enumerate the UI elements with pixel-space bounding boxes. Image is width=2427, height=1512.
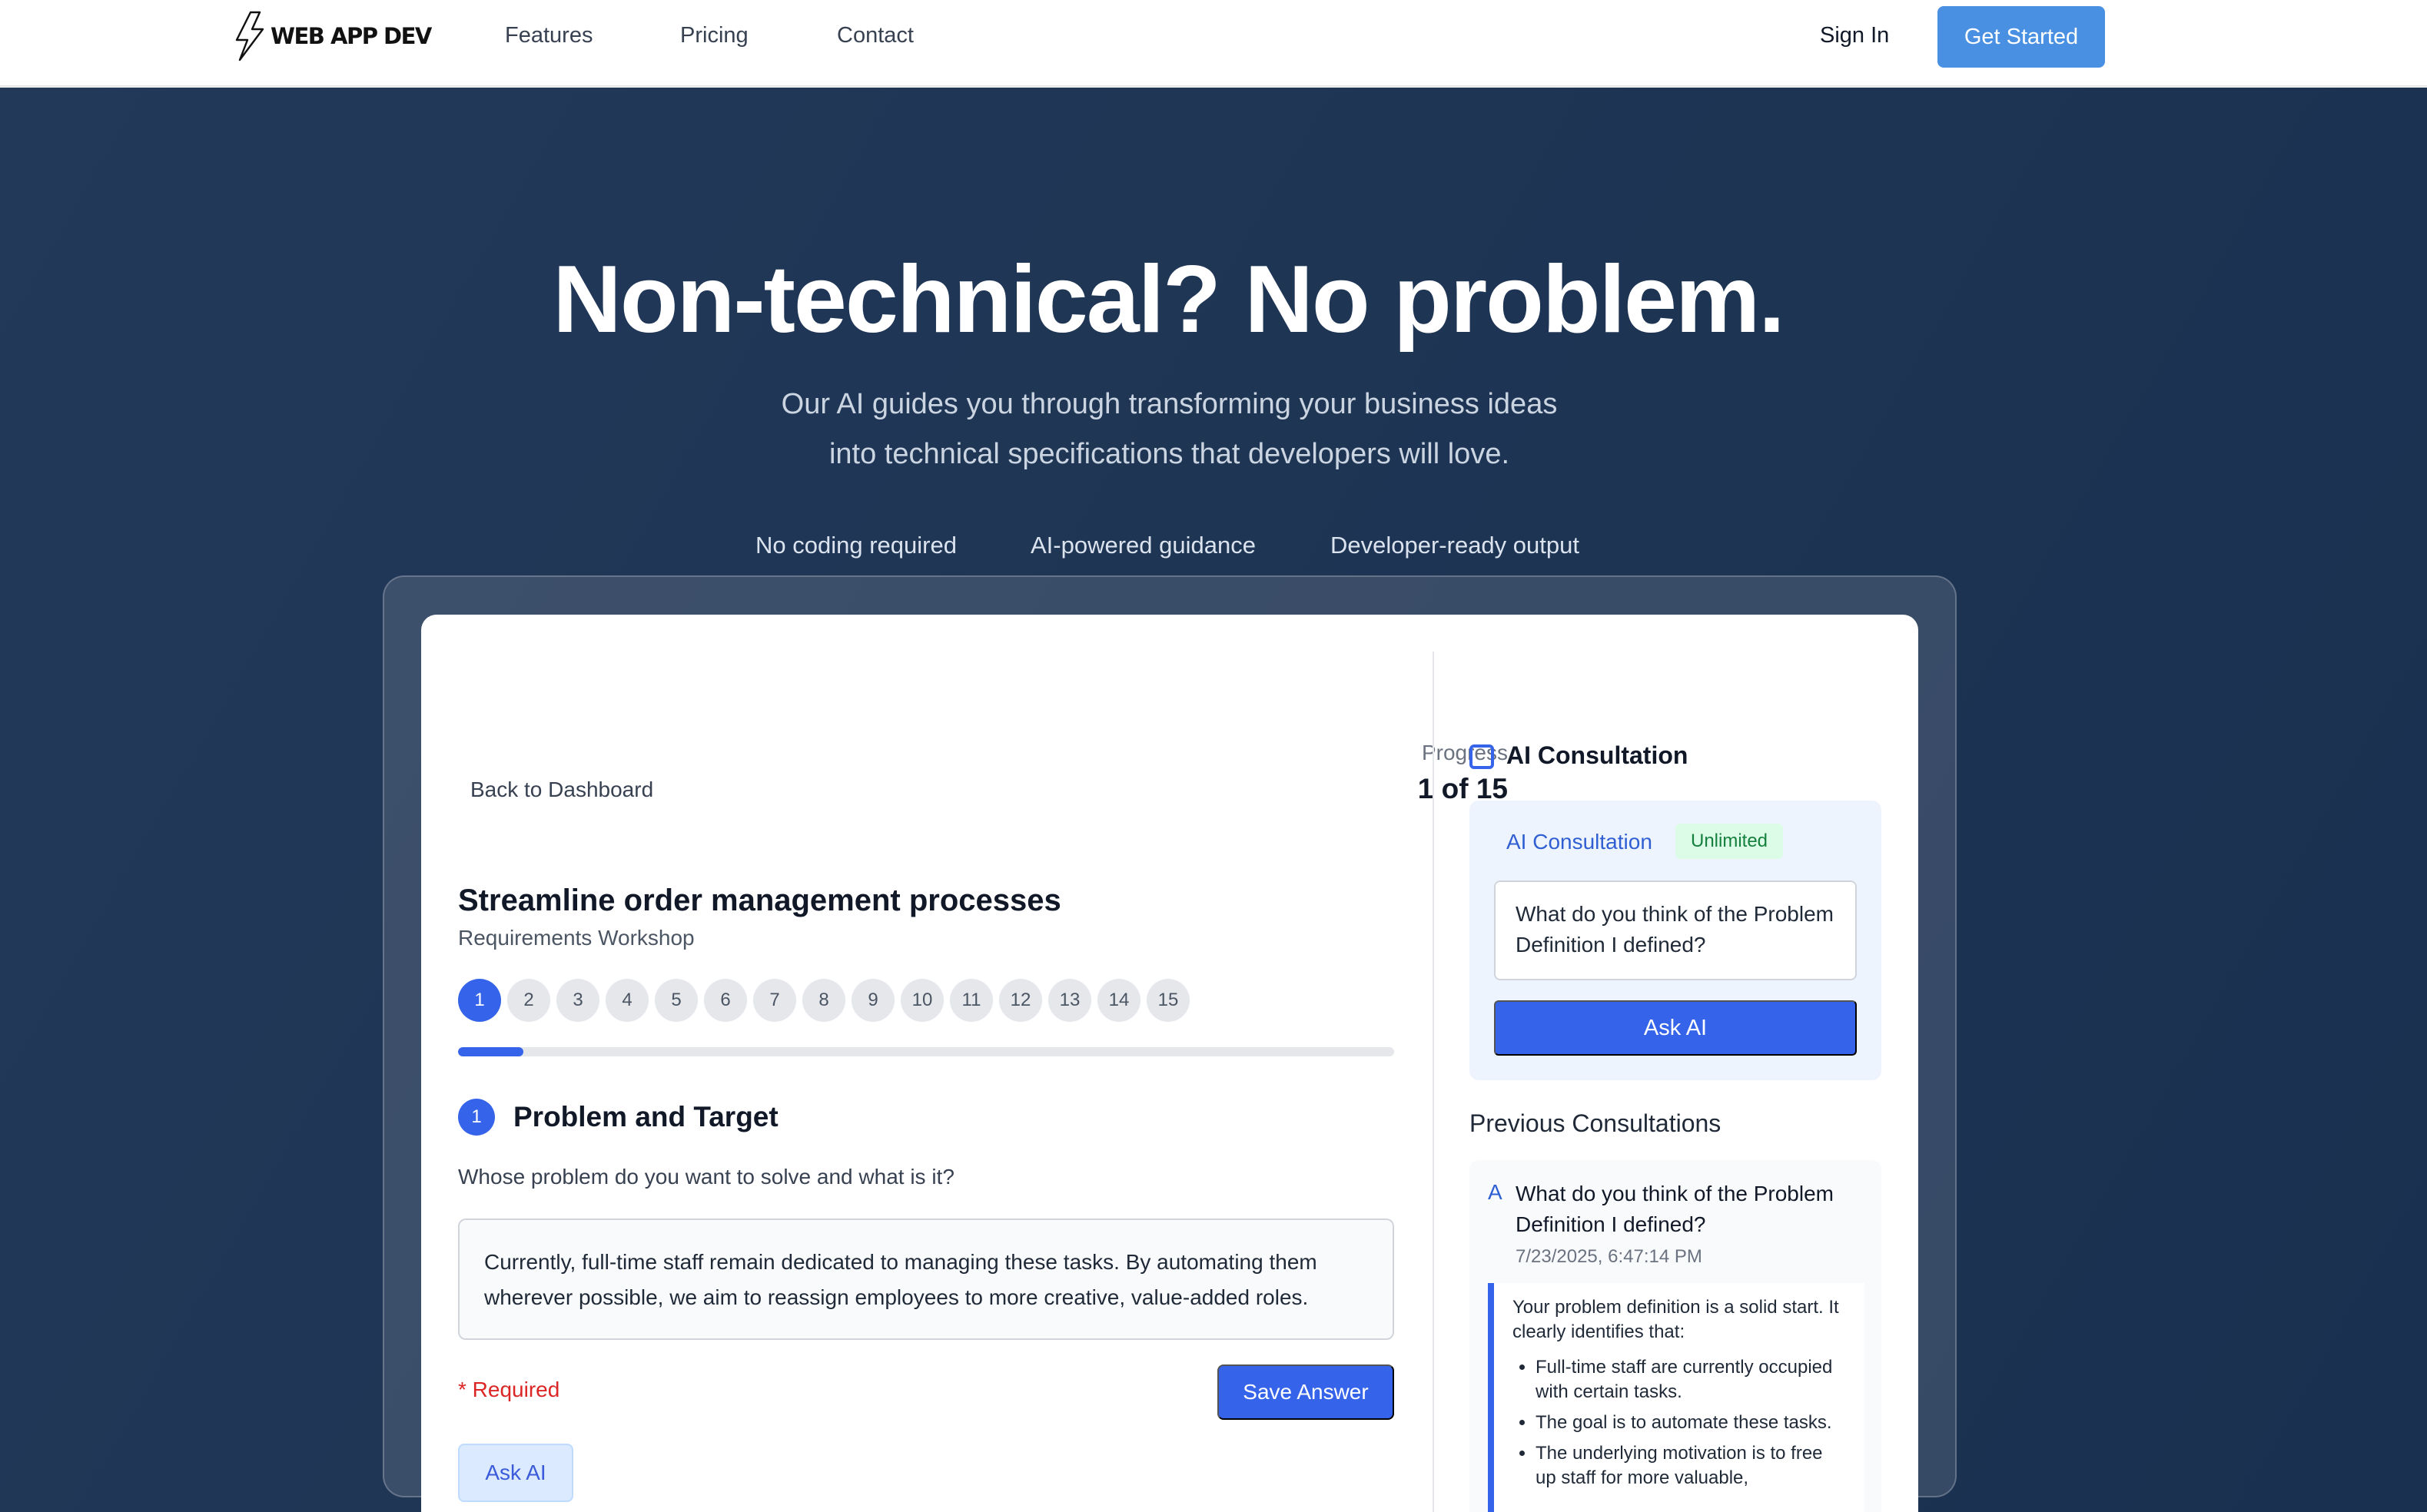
previous-question: What do you think of the Problem Definit… bbox=[1516, 1182, 1834, 1236]
project-subtitle: Requirements Workshop bbox=[458, 926, 695, 950]
step-1[interactable]: 1 bbox=[458, 979, 501, 1022]
answer-line1: Currently, full-time staff remain dedica… bbox=[484, 1250, 1317, 1274]
ask-ai-button[interactable]: Ask AI bbox=[458, 1444, 573, 1502]
previous-answer-list: Full-time staff are currently occupied w… bbox=[1512, 1355, 1846, 1490]
ai-consultation-header: AI Consultation bbox=[1506, 741, 1688, 769]
feature-ai-guidance: AI-powered guidance bbox=[1031, 532, 1256, 559]
step-10[interactable]: 10 bbox=[901, 979, 944, 1022]
question-number-badge: 1 bbox=[458, 1099, 495, 1136]
ai-consultation-checkbox-icon[interactable] bbox=[1469, 744, 1494, 769]
step-2[interactable]: 2 bbox=[507, 979, 550, 1022]
step-14[interactable]: 14 bbox=[1097, 979, 1140, 1022]
step-13[interactable]: 13 bbox=[1048, 979, 1091, 1022]
progress-bar bbox=[458, 1047, 1394, 1056]
answer-textarea[interactable]: Currently, full-time staff remain dedica… bbox=[458, 1219, 1394, 1340]
lightning-icon bbox=[235, 11, 264, 61]
previous-answer-bullet: Full-time staff are currently occupied w… bbox=[1536, 1355, 1846, 1404]
step-12[interactable]: 12 bbox=[999, 979, 1042, 1022]
logo-text: WEB APP DEV bbox=[271, 23, 432, 49]
logo[interactable]: WEB APP DEV bbox=[232, 11, 432, 61]
ai-question-input[interactable]: What do you think of the Problem Definit… bbox=[1494, 880, 1857, 980]
step-9[interactable]: 9 bbox=[852, 979, 895, 1022]
nav-link-pricing[interactable]: Pricing bbox=[680, 23, 749, 48]
step-4[interactable]: 4 bbox=[606, 979, 649, 1022]
ai-ask-button[interactable]: Ask AI bbox=[1494, 1000, 1857, 1056]
unlimited-badge: Unlimited bbox=[1675, 824, 1783, 859]
step-11[interactable]: 11 bbox=[950, 979, 993, 1022]
hero-subtitle-line1: Our AI guides you through transforming y… bbox=[781, 388, 1558, 420]
top-navbar: WEB APP DEV Features Pricing Contact Sig… bbox=[0, 0, 2427, 87]
answer-line2: wherever possible, we aim to reassign em… bbox=[484, 1285, 1309, 1309]
sign-in-link[interactable]: Sign In bbox=[1820, 23, 1889, 48]
step-8[interactable]: 8 bbox=[802, 979, 845, 1022]
nav-link-features[interactable]: Features bbox=[505, 23, 593, 48]
project-title: Streamline order management processes bbox=[458, 884, 1061, 917]
save-answer-button[interactable]: Save Answer bbox=[1217, 1364, 1394, 1420]
back-to-dashboard-link[interactable]: Back to Dashboard bbox=[470, 778, 653, 802]
previous-answer: Your problem definition is a solid start… bbox=[1488, 1283, 1864, 1512]
previous-date: 7/23/2025, 6:47:14 PM bbox=[1516, 1246, 1702, 1267]
hero-subtitle: Our AI guides you through transforming y… bbox=[0, 380, 2339, 479]
step-3[interactable]: 3 bbox=[556, 979, 599, 1022]
nav-link-contact[interactable]: Contact bbox=[837, 23, 914, 48]
step-7[interactable]: 7 bbox=[753, 979, 796, 1022]
step-6[interactable]: 6 bbox=[704, 979, 747, 1022]
hero-subtitle-line2: into technical specifications that devel… bbox=[828, 438, 1510, 470]
step-15[interactable]: 15 bbox=[1147, 979, 1190, 1022]
previous-answer-bullet: The goal is to automate these tasks. bbox=[1536, 1411, 1846, 1435]
get-started-button[interactable]: Get Started bbox=[1937, 6, 2105, 68]
ai-panel-title: AI Consultation bbox=[1506, 830, 1652, 854]
feature-developer-output: Developer-ready output bbox=[1330, 532, 1579, 559]
hero-title: Non-technical? No problem. bbox=[553, 247, 1785, 353]
previous-consultations-title: Previous Consultations bbox=[1469, 1109, 1721, 1137]
question-text: Whose problem do you want to solve and w… bbox=[458, 1165, 955, 1189]
progress-bar-fill bbox=[458, 1047, 524, 1056]
feature-no-coding: No coding required bbox=[755, 532, 957, 559]
step-5[interactable]: 5 bbox=[655, 979, 698, 1022]
panel-divider bbox=[1433, 652, 1434, 1512]
previous-answer-intro: Your problem definition is a solid start… bbox=[1512, 1297, 1839, 1342]
question-title: Problem and Target bbox=[513, 1101, 779, 1132]
required-label: * Required bbox=[458, 1378, 560, 1401]
step-navigator: 1 2 3 4 5 6 7 8 9 10 11 12 13 14 15 bbox=[458, 979, 1196, 1022]
workshop-card: Back to Dashboard Progress 1 of 15 7% St… bbox=[421, 615, 1918, 1512]
previous-answer-bullet: The underlying motivation is to free up … bbox=[1536, 1441, 1846, 1490]
answer-marker: A bbox=[1488, 1180, 1502, 1204]
